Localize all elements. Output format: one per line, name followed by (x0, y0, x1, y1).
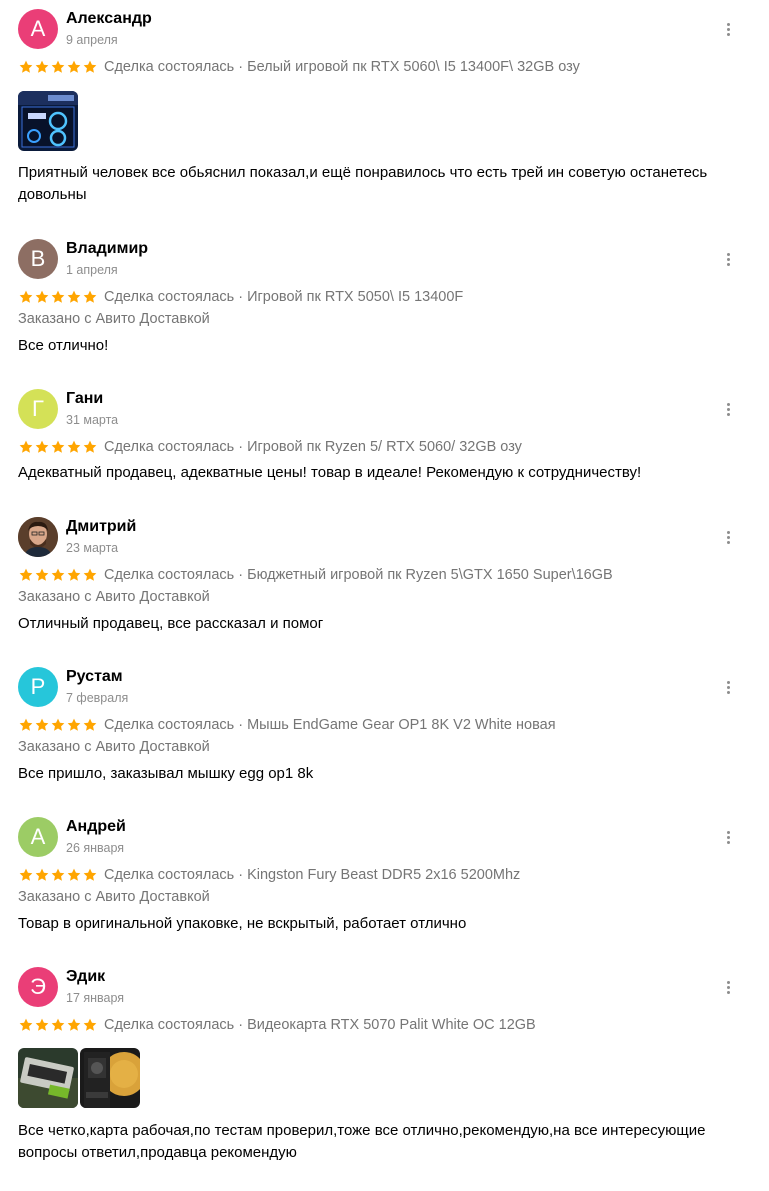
review-text: Все пришло, заказывал мышку egg op1 8k (18, 765, 314, 782)
avatar[interactable]: А (18, 817, 58, 857)
review-photo[interactable] (18, 1048, 78, 1108)
star-icon (51, 290, 65, 303)
deal-info: Сделка состоялась · Мышь EndGame Gear OP… (104, 717, 556, 733)
review-date: 26 января (66, 841, 125, 855)
avatar[interactable]: Г (18, 389, 58, 429)
review-text: Адекватный продавец, адекватные цены! то… (18, 464, 642, 481)
star-icon (83, 440, 97, 453)
reviewer-name[interactable]: Гани (66, 390, 103, 408)
star-icon (83, 868, 97, 881)
deal-info: Сделка состоялась · Игровой пк RTX 5050\… (104, 289, 464, 305)
reviewer-name[interactable]: Рустам (66, 668, 123, 686)
star-icon (67, 568, 81, 581)
star-icon (67, 718, 81, 731)
star-icon (67, 60, 81, 73)
rating-stars (18, 567, 98, 583)
avatar[interactable]: Э (18, 967, 58, 1007)
more-options-icon[interactable] (714, 973, 742, 1001)
star-icon (19, 568, 33, 581)
star-icon (51, 440, 65, 453)
reviewer-name[interactable]: Эдик (66, 968, 105, 986)
star-icon (83, 568, 97, 581)
star-icon (35, 290, 49, 303)
more-options-icon[interactable] (714, 15, 742, 43)
rating-stars (18, 717, 98, 733)
review-text: Отличный продавец, все рассказал и помог (18, 615, 324, 632)
star-icon (67, 868, 81, 881)
star-icon (67, 440, 81, 453)
star-icon (35, 718, 49, 731)
more-options-icon[interactable] (714, 523, 742, 551)
star-icon (51, 1018, 65, 1031)
star-icon (19, 868, 33, 881)
star-icon (51, 868, 65, 881)
review-date: 31 марта (66, 413, 119, 427)
star-icon (83, 60, 97, 73)
deal-info: Сделка состоялась · Видеокарта RTX 5070 … (104, 1017, 536, 1033)
rating-stars (18, 1017, 98, 1033)
star-icon (35, 568, 49, 581)
star-icon (35, 1018, 49, 1031)
review-text: Приятный человек все обьяснил показал,и … (18, 164, 708, 203)
avatar[interactable]: В (18, 239, 58, 279)
star-icon (83, 290, 97, 303)
rating-stars (18, 59, 98, 75)
review-text: Все четко,карта рабочая,по тестам провер… (18, 1122, 706, 1161)
star-icon (51, 60, 65, 73)
rating-stars (18, 289, 98, 305)
review-text: Товар в оригинальной упаковке, не вскрыт… (18, 915, 467, 932)
star-icon (51, 718, 65, 731)
star-icon (83, 1018, 97, 1031)
deal-info: Сделка состоялась · Бюджетный игровой пк… (104, 567, 613, 583)
star-icon (67, 1018, 81, 1031)
review-photo[interactable] (80, 1048, 140, 1108)
delivery-info: Заказано с Авито Доставкой (18, 311, 210, 327)
deal-info: Сделка состоялась · Kingston Fury Beast … (104, 867, 521, 883)
delivery-info: Заказано с Авито Доставкой (18, 739, 210, 755)
deal-info: Сделка состоялась · Белый игровой пк RTX… (104, 59, 580, 75)
star-icon (51, 568, 65, 581)
reviewer-name[interactable]: Дмитрий (66, 518, 136, 536)
more-options-icon[interactable] (714, 673, 742, 701)
delivery-info: Заказано с Авито Доставкой (18, 589, 210, 605)
reviewer-name[interactable]: Владимир (66, 240, 148, 258)
star-icon (35, 60, 49, 73)
reviewer-name[interactable]: Андрей (66, 818, 126, 836)
avatar[interactable]: А (18, 9, 58, 49)
avatar[interactable]: Р (18, 667, 58, 707)
star-icon (35, 868, 49, 881)
star-icon (19, 60, 33, 73)
review-text: Все отлично! (18, 337, 109, 354)
review-date: 1 апреля (66, 263, 118, 277)
more-options-icon[interactable] (714, 395, 742, 423)
user-photo-avatar (18, 517, 58, 557)
star-icon (83, 718, 97, 731)
rating-stars (18, 867, 98, 883)
star-icon (19, 718, 33, 731)
delivery-info: Заказано с Авито Доставкой (18, 889, 210, 905)
review-date: 23 марта (66, 541, 119, 555)
star-icon (19, 1018, 33, 1031)
star-icon (19, 440, 33, 453)
deal-info: Сделка состоялась · Игровой пк Ryzen 5/ … (104, 439, 522, 455)
review-photo[interactable] (18, 91, 78, 151)
star-icon (35, 440, 49, 453)
reviewer-name[interactable]: Александр (66, 10, 152, 28)
review-date: 7 февраля (66, 691, 129, 705)
review-date: 9 апреля (66, 33, 118, 47)
more-options-icon[interactable] (714, 823, 742, 851)
more-options-icon[interactable] (714, 245, 742, 273)
review-date: 17 января (66, 991, 125, 1005)
avatar[interactable] (18, 517, 58, 557)
star-icon (67, 290, 81, 303)
rating-stars (18, 439, 98, 455)
star-icon (19, 290, 33, 303)
